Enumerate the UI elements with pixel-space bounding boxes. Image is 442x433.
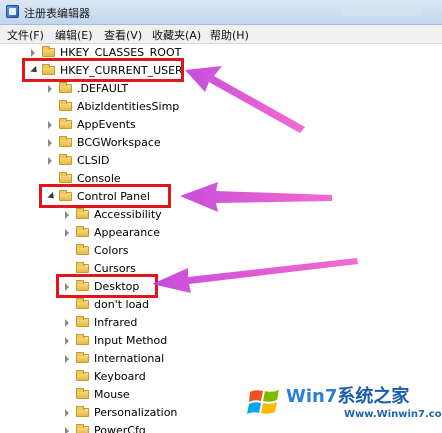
expand-arrow-icon[interactable] xyxy=(48,139,52,147)
expand-arrow-icon[interactable] xyxy=(65,211,69,219)
tree-item-label[interactable]: PowerCfg xyxy=(94,424,146,433)
folder-icon xyxy=(42,46,55,57)
tree-item-label[interactable]: don't load xyxy=(94,298,149,311)
title-bar: 注册表编辑器 xyxy=(0,0,442,25)
window-title: 注册表编辑器 xyxy=(24,7,90,20)
tree-item-label[interactable]: Input Method xyxy=(94,334,167,347)
watermark-brand-suffix: 系统之家 xyxy=(337,386,410,407)
folder-icon xyxy=(76,388,89,399)
menu-bar: 文件(F) 编辑(E) 查看(V) 收藏夹(A) 帮助(H) xyxy=(0,25,442,44)
tree-row[interactable]: HKEY_CURRENT_USER xyxy=(0,58,442,82)
folder-icon xyxy=(76,226,89,237)
expand-arrow-icon[interactable] xyxy=(65,409,69,417)
tree-row[interactable]: Appearance xyxy=(0,224,442,242)
watermark: Win7系统之家 Www.Winwin7.com xyxy=(246,378,442,430)
tree-row[interactable]: Colors xyxy=(0,242,442,260)
folder-icon xyxy=(76,316,89,327)
folder-icon xyxy=(59,136,72,147)
tree-item-label[interactable]: .DEFAULT xyxy=(77,82,128,95)
highlight-box xyxy=(22,58,184,82)
tree-row[interactable]: Accessibility xyxy=(0,206,442,224)
tree-item-label[interactable]: Mouse xyxy=(94,388,130,401)
folder-icon xyxy=(76,352,89,363)
folder-icon xyxy=(59,82,72,93)
tree-item-label[interactable]: CLSID xyxy=(77,154,110,167)
expand-arrow-icon[interactable] xyxy=(65,319,69,327)
tree-row[interactable]: CLSID xyxy=(0,152,442,170)
tree-item-label[interactable]: Keyboard xyxy=(94,370,146,383)
expand-arrow-icon[interactable] xyxy=(31,49,35,57)
watermark-brand: Win7系统之家 xyxy=(286,382,409,408)
menu-edit[interactable]: 编辑(E) xyxy=(55,27,93,43)
folder-icon xyxy=(76,370,89,381)
registry-tree[interactable]: HKEY_CLASSES_ROOT HKEY_CURRENT_USER .DEFAU… xyxy=(0,44,442,433)
tree-row[interactable]: don't load xyxy=(0,296,442,314)
tree-item-label[interactable]: Colors xyxy=(94,244,128,257)
expand-arrow-icon[interactable] xyxy=(65,337,69,345)
tree-item-label[interactable]: Accessibility xyxy=(94,208,162,221)
windows-logo-icon xyxy=(247,390,279,414)
tree-row[interactable]: Infrared xyxy=(0,314,442,332)
watermark-brand-prefix: Win7 xyxy=(286,386,338,407)
highlight-box xyxy=(56,274,158,298)
tree-item-label[interactable]: International xyxy=(94,352,164,365)
tree-item-label[interactable]: Appearance xyxy=(94,226,160,239)
tree-row[interactable]: International xyxy=(0,350,442,368)
tree-item-label[interactable]: AppEvents xyxy=(77,118,136,131)
tree-row[interactable]: Desktop xyxy=(0,274,442,298)
tree-row[interactable]: Control Panel xyxy=(0,184,442,208)
expand-arrow-icon[interactable] xyxy=(65,229,69,237)
expand-arrow-icon[interactable] xyxy=(48,121,52,129)
expand-arrow-icon[interactable] xyxy=(65,427,69,433)
expand-arrow-icon[interactable] xyxy=(65,355,69,363)
tree-item-label[interactable]: Personalization xyxy=(94,406,177,419)
registry-editor-icon xyxy=(6,5,19,18)
expand-arrow-icon[interactable] xyxy=(48,157,52,165)
folder-icon xyxy=(59,118,72,129)
menu-file[interactable]: 文件(F) xyxy=(7,27,44,43)
tree-row[interactable]: AppEvents xyxy=(0,116,442,134)
menu-favorites[interactable]: 收藏夹(A) xyxy=(152,27,201,43)
folder-icon xyxy=(59,154,72,165)
folder-icon xyxy=(76,208,89,219)
folder-icon xyxy=(76,334,89,345)
tree-item-label[interactable]: AbizIdentitiesSimp xyxy=(77,100,179,113)
tree-row[interactable]: Input Method xyxy=(0,332,442,350)
folder-icon xyxy=(76,298,89,309)
menu-help[interactable]: 帮助(H) xyxy=(210,27,249,43)
tree-item-label[interactable]: Infrared xyxy=(94,316,137,329)
tree-item-label[interactable]: BCGWorkspace xyxy=(77,136,161,149)
tree-row[interactable]: .DEFAULT xyxy=(0,80,442,98)
blurred-title-area xyxy=(342,8,422,16)
highlight-box xyxy=(39,184,171,208)
folder-icon xyxy=(76,262,89,273)
folder-icon xyxy=(76,406,89,417)
watermark-url: Www.Winwin7.com xyxy=(344,409,442,420)
folder-icon xyxy=(76,244,89,255)
folder-icon xyxy=(59,172,72,183)
folder-icon xyxy=(76,424,89,433)
tree-row[interactable]: AbizIdentitiesSimp xyxy=(0,98,442,116)
tree-row[interactable]: BCGWorkspace xyxy=(0,134,442,152)
folder-icon xyxy=(59,100,72,111)
expand-arrow-icon[interactable] xyxy=(48,85,52,93)
menu-view[interactable]: 查看(V) xyxy=(104,27,142,43)
